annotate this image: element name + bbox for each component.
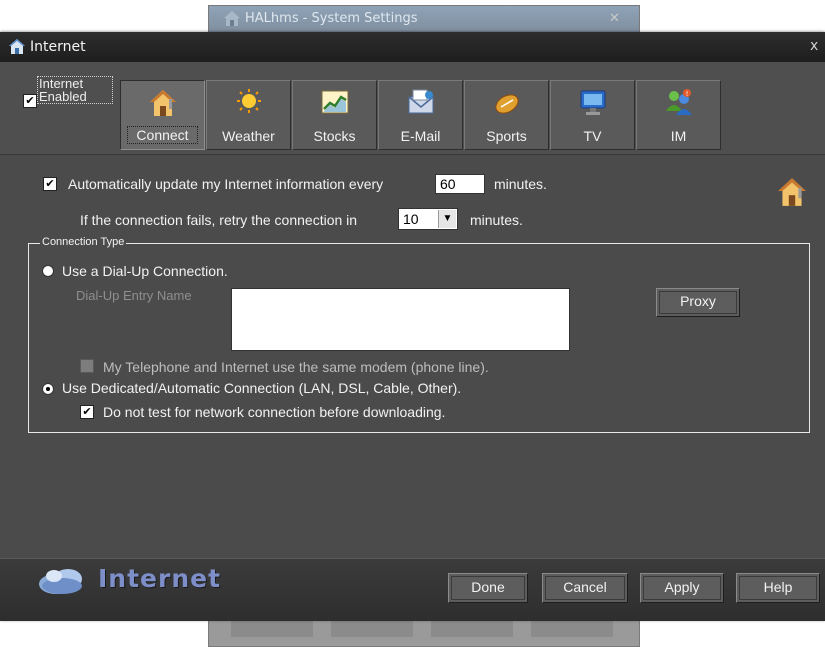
sun-icon	[237, 89, 261, 113]
no-test-checkbox[interactable]: ✔	[80, 405, 94, 419]
background-window-titlebar: HALhms - System Settings ✕	[209, 6, 639, 32]
tab-tv[interactable]: TV	[550, 80, 635, 150]
dedicated-label: Use Dedicated/Automatic Connection (LAN,…	[62, 380, 462, 396]
no-test-label: Do not test for network connection befor…	[103, 404, 446, 420]
update-minutes-input[interactable]: 60	[435, 174, 485, 194]
internet-dialog: Internet x ✔ Internet Enabled Connect We…	[0, 32, 825, 621]
clouds-icon	[34, 564, 90, 601]
background-window-close-icon[interactable]: ✕	[609, 6, 620, 32]
cancel-button-label: Cancel	[563, 579, 607, 595]
dialup-entry-listbox[interactable]	[231, 288, 570, 351]
update-minutes-suffix: minutes.	[494, 176, 547, 192]
chevron-down-icon[interactable]: ▼	[438, 210, 456, 228]
dialup-label: Use a Dial-Up Connection.	[62, 263, 228, 279]
done-button[interactable]: Done	[448, 573, 528, 603]
connection-type-group-label: Connection Type	[40, 236, 127, 248]
football-icon	[495, 94, 519, 114]
house-icon	[775, 175, 809, 212]
dialup-entry-label: Dial-Up Entry Name	[76, 288, 192, 303]
dialup-radio[interactable]	[42, 265, 54, 277]
home-icon	[8, 38, 26, 59]
house-icon	[150, 90, 176, 116]
apply-button-label: Apply	[664, 579, 700, 595]
tab-label: IM	[670, 128, 687, 144]
cancel-button[interactable]: Cancel	[542, 573, 628, 603]
auto-update-label: Automatically update my Internet informa…	[68, 176, 384, 192]
im-people-icon: !	[666, 89, 692, 115]
tab-label: Connect	[127, 126, 198, 144]
tab-weather[interactable]: Weather	[206, 80, 291, 150]
window-title: Internet	[30, 39, 86, 55]
tab-label: Weather	[222, 128, 275, 144]
retry-minutes-suffix: minutes.	[470, 212, 523, 228]
tab-label: TV	[583, 128, 602, 144]
done-button-label: Done	[471, 579, 505, 595]
internet-enabled-label: Internet Enabled	[37, 76, 113, 104]
close-icon[interactable]: x	[810, 38, 818, 54]
tab-label: Stocks	[313, 128, 356, 144]
same-modem-checkbox[interactable]	[80, 359, 94, 373]
retry-minutes-select[interactable]: 10 ▼	[398, 208, 458, 230]
auto-update-checkbox[interactable]: ✔	[43, 177, 57, 191]
retry-minutes-value: 10	[403, 211, 419, 227]
tab-connect[interactable]: Connect	[120, 80, 205, 150]
tab-im[interactable]: ! IM	[636, 80, 721, 150]
tab-stocks[interactable]: Stocks	[292, 80, 377, 150]
titlebar: Internet x	[0, 32, 825, 62]
apply-button[interactable]: Apply	[640, 573, 724, 603]
internet-enabled-checkbox[interactable]: ✔	[23, 94, 37, 108]
proxy-button-label: Proxy	[680, 293, 716, 309]
svg-text:!: !	[686, 90, 689, 98]
proxy-button[interactable]: Proxy	[656, 288, 740, 317]
retry-label: If the connection fails, retry the conne…	[80, 212, 358, 228]
footer-title: Internet	[98, 564, 222, 593]
tab-label: E-Mail	[400, 128, 441, 144]
tab-label: Sports	[486, 128, 527, 144]
mail-icon	[408, 89, 434, 114]
stock-chart-icon	[321, 90, 349, 114]
help-button[interactable]: Help	[736, 573, 820, 603]
same-modem-label: My Telephone and Internet use the same m…	[103, 359, 489, 375]
tab-email[interactable]: E-Mail	[378, 80, 463, 150]
dedicated-radio[interactable]	[42, 383, 54, 395]
tab-sports[interactable]: Sports	[464, 80, 549, 150]
help-button-label: Help	[763, 579, 793, 595]
tv-icon	[580, 90, 606, 115]
background-window-title: HALhms - System Settings	[245, 11, 418, 26]
